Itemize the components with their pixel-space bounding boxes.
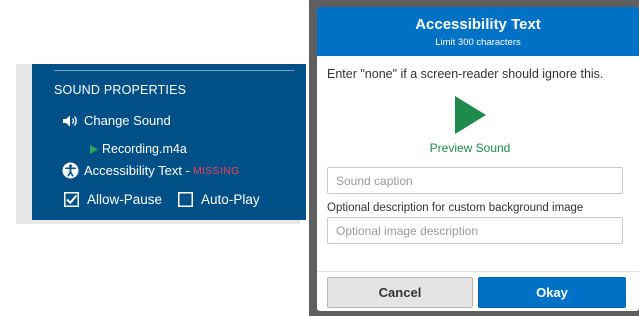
playback-options: Allow-Pause Auto-Play [64, 192, 260, 207]
cancel-button[interactable]: Cancel [327, 277, 473, 308]
speaker-icon [63, 115, 77, 126]
okay-button[interactable]: Okay [478, 277, 626, 308]
missing-status: MISSING [192, 164, 240, 177]
recording-file[interactable]: Recording.m4a [90, 142, 187, 156]
recording-file-name: Recording.m4a [102, 142, 187, 156]
checkbox-checked-icon [64, 192, 79, 207]
change-sound-label: Change Sound [84, 113, 171, 128]
preview-sound-button[interactable]: Preview Sound [420, 95, 520, 155]
allow-pause-checkbox[interactable]: Allow-Pause [64, 192, 162, 207]
description-label: Optional description for custom backgrou… [327, 202, 584, 214]
sound-properties-panel: SOUND PROPERTIES Change Sound Recording.… [32, 64, 306, 220]
auto-play-checkbox[interactable]: Auto-Play [178, 192, 260, 207]
change-sound-link[interactable]: Change Sound [62, 113, 171, 128]
preview-sound-label: Preview Sound [429, 141, 511, 155]
accessibility-icon [62, 162, 79, 179]
dialog-subtitle: Limit 300 characters [435, 37, 521, 48]
image-description-input[interactable] [327, 217, 623, 244]
dialog-instructions: Enter "none" if a screen-reader should i… [327, 67, 604, 81]
checkbox-unchecked-icon [178, 192, 194, 207]
auto-play-label: Auto-Play [201, 192, 260, 207]
accessibility-text-dialog: Accessibility Text Limit 300 characters … [317, 7, 639, 311]
panel-title: SOUND PROPERTIES [54, 83, 187, 97]
play-icon [90, 144, 98, 154]
accessibility-text-link[interactable]: Accessibility Text - MISSING [62, 162, 239, 179]
sound-caption-input[interactable] [327, 167, 623, 194]
allow-pause-label: Allow-Pause [87, 192, 163, 207]
dialog-title: Accessibility Text [415, 16, 541, 33]
panel-divider [54, 70, 294, 71]
dialog-footer: Cancel Okay [317, 271, 639, 311]
dialog-header: Accessibility Text Limit 300 characters [317, 7, 639, 56]
accessibility-text-label: Accessibility Text - [84, 163, 190, 178]
play-icon [455, 96, 486, 134]
sound-properties-container: SOUND PROPERTIES Change Sound Recording.… [16, 64, 306, 224]
